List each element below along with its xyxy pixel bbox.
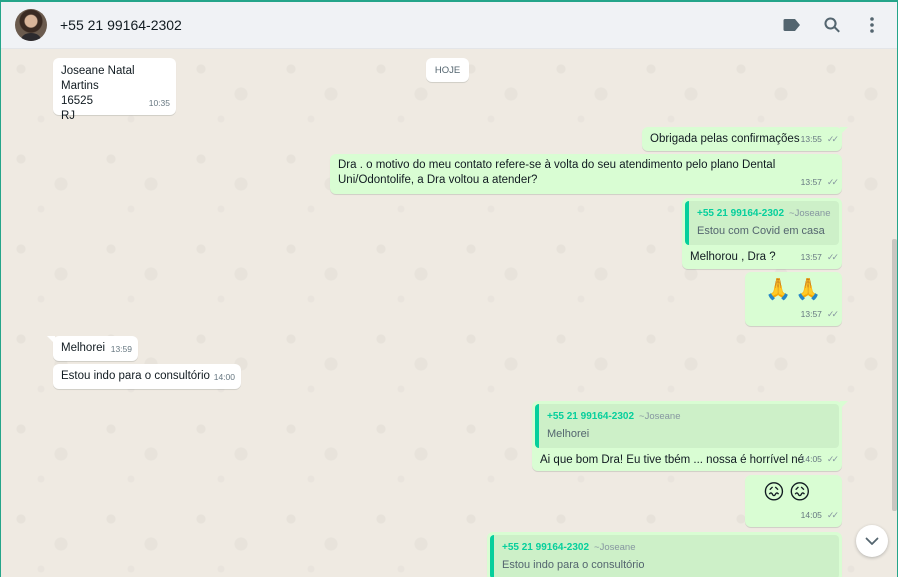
message-time: 13:55	[800, 134, 822, 144]
message-text: Estou indo para o consultório	[61, 370, 210, 382]
message-text: Melhorei	[61, 342, 106, 354]
avatar[interactable]	[15, 9, 47, 41]
emoji-message: 😖😖	[763, 480, 815, 504]
message-bubble-out[interactable]: +55 21 99164-2302 ~Joseane Estou indo par…	[487, 532, 842, 577]
message-meta: 14:05 ✓✓	[800, 452, 839, 467]
quote-text: Melhorei	[547, 428, 590, 440]
message-bubble-in[interactable]: Melhorei 13:59	[47, 336, 138, 361]
double-check-icon: ✓✓	[826, 309, 839, 319]
double-check-icon: ✓✓	[826, 177, 839, 187]
quote-alias: ~Joseane	[789, 208, 831, 219]
chevron-down-icon	[865, 537, 879, 546]
date-divider: HOJE	[426, 58, 469, 82]
message-line: Uni/Odontolife, a Dra voltou a atender?	[338, 174, 538, 186]
message-line: Joseane Natal Martins	[61, 65, 135, 92]
header-actions	[781, 2, 883, 48]
search-icon[interactable]	[821, 14, 843, 36]
double-check-icon: ✓✓	[826, 454, 839, 464]
message-time: 13:59	[110, 344, 132, 354]
message-bubble-out[interactable]: +55 21 99164-2302 ~Joseane Melhorei Ai qu…	[532, 401, 848, 471]
message-bubble-out[interactable]: Dra . o motivo do meu contato refere-se …	[330, 154, 842, 194]
contact-name[interactable]: +55 21 99164-2302	[60, 17, 182, 33]
quote-text: Estou indo para o consultório	[502, 559, 645, 571]
quote-text: Estou com Covid em casa	[697, 225, 825, 237]
message-time: 10:35	[148, 98, 170, 108]
chat-header: +55 21 99164-2302	[1, 2, 897, 49]
scrollbar[interactable]	[892, 239, 897, 511]
message-meta: 13:57 ✓✓	[800, 307, 839, 322]
scroll-down-button[interactable]	[856, 525, 888, 557]
quoted-message[interactable]: +55 21 99164-2302 ~Joseane Estou indo par…	[490, 535, 839, 577]
quote-author: +55 21 99164-2302	[502, 542, 590, 553]
message-meta: 13:57 ✓✓	[800, 175, 839, 190]
message-bubble-in[interactable]: Joseane Natal Martins 16525 RJ 10:35	[53, 58, 176, 122]
message-bubble-out[interactable]: 🙏🙏 13:57 ✓✓	[745, 272, 842, 326]
message-time: 13:57	[800, 252, 822, 262]
message-meta: 13:55 ✓✓	[800, 132, 839, 147]
message-time: 14:00	[213, 372, 235, 382]
message-time: 13:57	[800, 177, 822, 187]
message-meta: 13:57 ✓✓	[800, 250, 839, 265]
message-time: 14:05	[800, 454, 822, 464]
double-check-icon: ✓✓	[826, 134, 839, 144]
message-time: 13:57	[800, 309, 822, 319]
message-bubble-out[interactable]: +55 21 99164-2302 ~Joseane Estou com Covi…	[682, 198, 842, 269]
quoted-message[interactable]: +55 21 99164-2302 ~Joseane Estou com Covi…	[685, 201, 839, 245]
message-bubble-out[interactable]: Obrigada pelas confirmações 13:55 ✓✓	[642, 127, 848, 151]
message-time: 14:05	[800, 510, 822, 520]
whatsapp-window: +55 21 99164-2302 HOJE Joseane Natal Mar…	[0, 0, 898, 577]
label-icon[interactable]	[781, 14, 803, 36]
quote-alias: ~Joseane	[639, 411, 681, 422]
double-check-icon: ✓✓	[826, 252, 839, 262]
chat-area[interactable]: HOJE Joseane Natal Martins 16525 RJ 10:3…	[1, 49, 897, 577]
message-text: Obrigada pelas confirmações	[650, 133, 800, 145]
menu-icon[interactable]	[861, 14, 883, 36]
message-meta: 14:05 ✓✓	[800, 508, 839, 523]
message-line: RJ	[61, 110, 76, 122]
message-bubble-in[interactable]: Estou indo para o consultório 14:00	[53, 364, 241, 389]
message-bubble-out[interactable]: 😖😖 14:05 ✓✓	[745, 475, 842, 527]
quote-alias: ~Joseane	[594, 542, 636, 553]
quoted-message[interactable]: +55 21 99164-2302 ~Joseane Melhorei	[535, 404, 839, 448]
message-line: Dra . o motivo do meu contato refere-se …	[338, 159, 776, 171]
message-text: Ai que bom Dra! Eu tive tbém ... nossa é…	[540, 454, 804, 466]
quote-author: +55 21 99164-2302	[697, 208, 785, 219]
double-check-icon: ✓✓	[826, 510, 839, 520]
emoji-message: 🙏🙏	[765, 277, 826, 301]
quote-author: +55 21 99164-2302	[547, 411, 635, 422]
